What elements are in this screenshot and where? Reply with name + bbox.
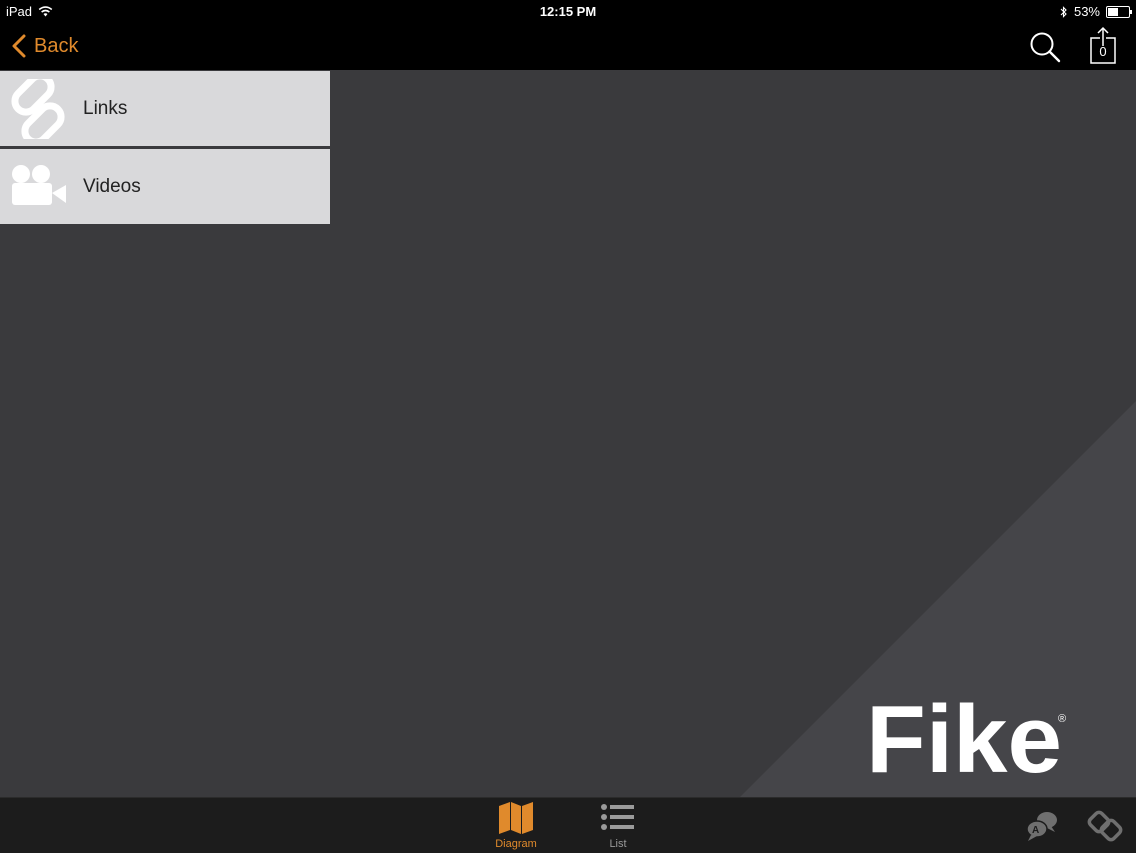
map-icon [499, 802, 533, 834]
status-right: 53% [1060, 4, 1132, 19]
resource-menu: Links Videos [0, 71, 330, 227]
tab-label: Diagram [495, 838, 537, 850]
chevron-left-icon [12, 34, 26, 58]
battery-icon [1106, 5, 1132, 18]
fike-logo: Fike ® [866, 688, 1066, 776]
status-time: 12:15 PM [539, 4, 597, 19]
nav-bar: Back 0 [0, 22, 1136, 70]
menu-item-label: Links [83, 98, 128, 119]
svg-text:Fike: Fike [866, 688, 1062, 776]
back-button[interactable]: Back [12, 34, 78, 58]
tab-label: List [609, 838, 627, 850]
tab-diagram[interactable]: Diagram [476, 802, 556, 850]
back-label: Back [34, 34, 79, 57]
svg-text:®: ® [1058, 713, 1066, 725]
battery-percent: 53% [1073, 4, 1100, 19]
menu-item-links[interactable]: Links [0, 71, 330, 146]
tab-bar: Diagram List A [0, 797, 1136, 853]
tab-list[interactable]: List [578, 802, 658, 850]
translate-icon[interactable]: A [1025, 810, 1061, 842]
chain-icon[interactable] [1087, 810, 1123, 842]
bluetooth-icon [1060, 5, 1067, 18]
share-count: 0 [1099, 44, 1107, 59]
share-button[interactable]: 0 [1088, 26, 1118, 66]
menu-item-label: Videos [83, 176, 141, 197]
video-camera-icon [12, 165, 66, 205]
status-bar: iPad 12:15 PM 53% [0, 0, 1136, 22]
svg-text:A: A [1032, 825, 1039, 836]
battery-fill [1108, 7, 1118, 16]
menu-item-videos[interactable]: Videos [0, 149, 330, 224]
link-icon [11, 79, 65, 139]
search-icon[interactable] [1028, 30, 1062, 64]
list-icon [601, 804, 634, 830]
